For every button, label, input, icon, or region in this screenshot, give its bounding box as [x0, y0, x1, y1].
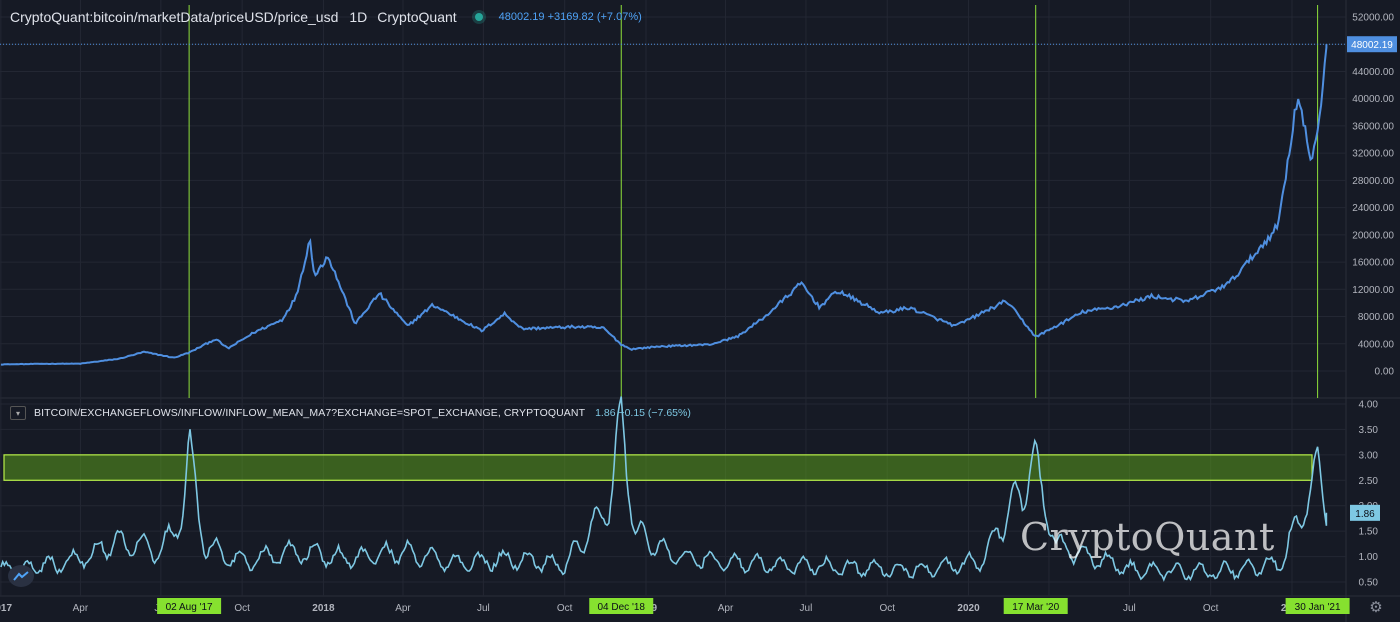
- x-tick-label: Jul: [477, 603, 490, 614]
- price-tick-label: 0.00: [1375, 367, 1395, 378]
- x-tick-label: 2017: [0, 603, 12, 614]
- indicator-legend: ▾ BITCOIN/EXCHANGEFLOWS/INFLOW/INFLOW_ME…: [10, 406, 691, 420]
- series-symbol: CryptoQuant:bitcoin/marketData/priceUSD/…: [10, 9, 339, 25]
- event-lines: [188, 5, 1319, 398]
- indicator-value: 1.86 −0.15 (−7.65%): [595, 407, 691, 419]
- price-tick-label: 32000.00: [1352, 149, 1394, 160]
- x-tick-label: 2020: [957, 603, 980, 614]
- price-value: 48002.19 +3169.82 (+7.07%): [498, 11, 642, 23]
- x-tick-label: Oct: [1203, 603, 1219, 614]
- event-date-label: 04 Dec '18: [597, 602, 645, 613]
- inflow-tick-label: 0.50: [1359, 578, 1379, 589]
- event-date-label: 30 Jan '21: [1295, 602, 1341, 613]
- settings-gear-icon[interactable]: ⚙: [1367, 598, 1385, 616]
- source-label: CryptoQuant: [377, 9, 457, 25]
- inflow-tick-label: 3.00: [1359, 450, 1379, 461]
- collapse-pane-button[interactable]: ▾: [10, 406, 26, 420]
- inflow-tick-label: 2.50: [1359, 476, 1379, 487]
- signal-zone-rect: [3, 454, 1313, 481]
- price-tick-label: 4000.00: [1358, 339, 1395, 350]
- x-tick-label: Apr: [395, 603, 411, 614]
- last-inflow-label: 1.86: [1355, 509, 1375, 520]
- price-tick-label: 28000.00: [1352, 176, 1394, 187]
- x-tick-label: Apr: [718, 603, 734, 614]
- price-tick-label: 24000.00: [1352, 203, 1394, 214]
- price-legend: CryptoQuant:bitcoin/marketData/priceUSD/…: [10, 9, 642, 25]
- series: [0, 43, 1346, 582]
- event-date-label: 02 Aug '17: [166, 602, 213, 613]
- status-dot-icon: [474, 13, 483, 21]
- price-tick-label: 8000.00: [1358, 312, 1395, 323]
- price-tick-label: 16000.00: [1352, 258, 1394, 269]
- inflow-tick-label: 3.50: [1359, 425, 1379, 436]
- x-tick-label: Jul: [800, 603, 813, 614]
- indicator-name: BITCOIN/EXCHANGEFLOWS/INFLOW/INFLOW_MEAN…: [34, 407, 586, 419]
- interval-label[interactable]: 1D: [349, 9, 367, 25]
- last-price-label: 48002.19: [1351, 40, 1393, 51]
- x-tick-label: Jul: [1123, 603, 1136, 614]
- inflow-tick-label: 1.50: [1359, 527, 1379, 538]
- x-tick-label: 2018: [312, 603, 335, 614]
- signal-zone: [3, 454, 1313, 481]
- price-tick-label: 44000.00: [1352, 67, 1394, 78]
- watermark: CryptoQuant: [1020, 515, 1275, 559]
- inflow-tick-label: 1.00: [1359, 552, 1379, 563]
- inflow-tick-label: 4.00: [1359, 400, 1379, 411]
- x-tick-label: Oct: [879, 603, 895, 614]
- event-date-label: 17 Mar '20: [1012, 602, 1059, 613]
- price-tick-label: 20000.00: [1352, 230, 1394, 241]
- price-tick-label: 12000.00: [1352, 285, 1394, 296]
- price-tick-label: 40000.00: [1352, 94, 1394, 105]
- price-tick-label: 36000.00: [1352, 121, 1394, 132]
- x-tick-label: Oct: [234, 603, 250, 614]
- x-tick-label: Oct: [557, 603, 573, 614]
- tradingview-logo-icon[interactable]: [8, 565, 34, 587]
- price-tick-label: 52000.00: [1352, 13, 1394, 24]
- x-tick-label: Apr: [73, 603, 89, 614]
